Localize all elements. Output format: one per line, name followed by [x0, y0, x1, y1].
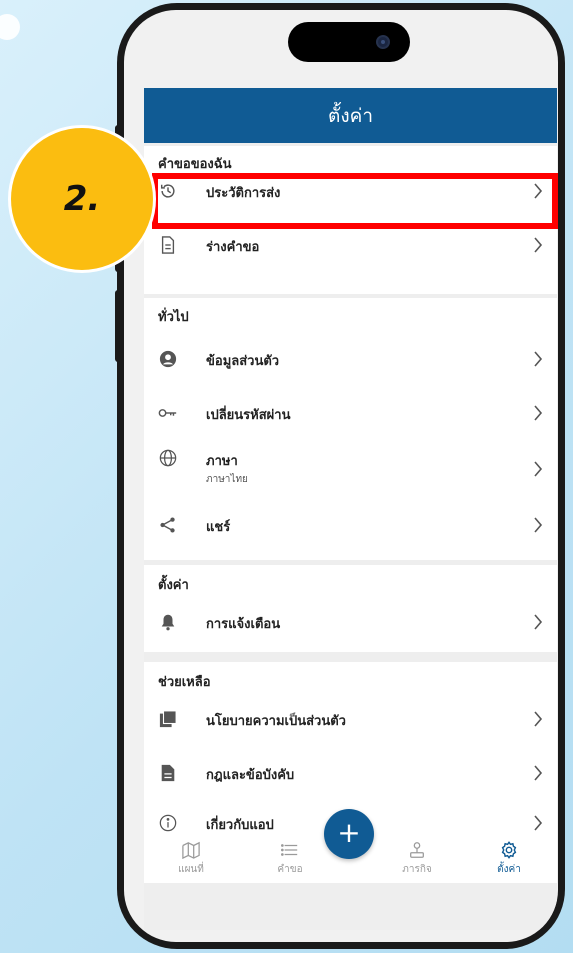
- row-label: กฎและข้อบังคับ: [206, 768, 295, 783]
- chevron-right-icon: [534, 405, 543, 421]
- nav-label: คำขอ: [277, 864, 303, 875]
- map-icon: [182, 841, 200, 859]
- language-value: ภาษาไทย: [206, 474, 248, 485]
- section-title: ตั้งค่า: [158, 578, 189, 593]
- step-badge: 2.: [8, 125, 156, 273]
- page-title: ตั้งค่า: [328, 104, 373, 127]
- nav-label: ตั้งค่า: [497, 864, 521, 875]
- list-icon: [281, 844, 298, 856]
- chevron-right-icon: [534, 351, 543, 367]
- background-sparkle: [0, 14, 20, 40]
- step-number: 2.: [63, 179, 101, 219]
- chevron-right-icon: [534, 517, 543, 533]
- globe-icon: [158, 448, 178, 468]
- chevron-right-icon: [534, 711, 543, 727]
- row-label: ข้อมูลส่วนตัว: [206, 354, 280, 369]
- row-language[interactable]: ภาษา ภาษาไทย: [144, 438, 557, 500]
- info-icon: [158, 813, 178, 833]
- dynamic-island: [288, 22, 410, 62]
- row-label: การแจ้งเตือน: [206, 617, 281, 632]
- row-label: นโยบายความเป็นส่วนตัว: [206, 714, 346, 729]
- row-label: แชร์: [206, 520, 231, 535]
- nav-label: ภารกิจ: [402, 864, 432, 875]
- nav-item-missions[interactable]: ภารกิจ: [387, 833, 447, 883]
- camera-icon: [376, 35, 390, 49]
- add-button[interactable]: +: [324, 809, 374, 859]
- section-title: ช่วยเหลือ: [158, 675, 211, 690]
- share-icon: [158, 515, 178, 535]
- section-title: ทั่วไป: [158, 310, 189, 325]
- section-settings: ตั้งค่า การแจ้งเตือน: [144, 565, 557, 652]
- row-privacy-policy[interactable]: นโยบายความเป็นส่วนตัว: [144, 695, 557, 743]
- section-general: ทั่วไป ข้อมูลส่วนตัว เปลี่ยนรหัสผ่าน ภาษ…: [144, 298, 557, 560]
- nav-item-requests[interactable]: คำขอ: [260, 833, 320, 883]
- nav-label: แผนที่: [178, 864, 204, 875]
- chevron-right-icon: [534, 815, 543, 831]
- row-share[interactable]: แชร์: [144, 501, 557, 549]
- row-label: เกี่ยวกับแอป: [206, 818, 274, 833]
- row-change-password[interactable]: เปลี่ยนรหัสผ่าน: [144, 389, 557, 437]
- privacy-icon: [158, 709, 178, 729]
- user-icon: [158, 349, 178, 369]
- phone-side-button: [115, 290, 123, 362]
- chevron-right-icon: [534, 765, 543, 781]
- app-header: ตั้งค่า: [144, 88, 557, 143]
- chevron-right-icon: [534, 614, 543, 630]
- row-label: เปลี่ยนรหัสผ่าน: [206, 408, 291, 423]
- gear-icon: [501, 841, 517, 859]
- phone-screen: ตั้งค่า คำขอของฉัน ประวัติการส่ง ร่างคำข…: [124, 10, 558, 942]
- row-label: ภาษา: [206, 454, 238, 469]
- key-icon: [158, 403, 178, 423]
- row-notifications[interactable]: การแจ้งเตือน: [144, 598, 557, 646]
- nav-item-map[interactable]: แผนที่: [161, 833, 221, 883]
- highlight-box: [152, 173, 558, 229]
- bell-icon: [158, 612, 178, 632]
- rules-icon: [158, 763, 178, 783]
- row-personal-info[interactable]: ข้อมูลส่วนตัว: [144, 335, 557, 383]
- section-help: ช่วยเหลือ นโยบายความเป็นส่วนตัว กฎและข้อ…: [144, 662, 557, 833]
- chevron-right-icon: [534, 237, 543, 253]
- row-rules[interactable]: กฎและข้อบังคับ: [144, 749, 557, 797]
- nav-item-settings[interactable]: ตั้งค่า: [479, 833, 539, 883]
- document-icon: [158, 235, 178, 255]
- row-label: ร่างคำขอ: [206, 240, 260, 255]
- mission-icon: [410, 842, 424, 858]
- chevron-right-icon: [534, 461, 543, 477]
